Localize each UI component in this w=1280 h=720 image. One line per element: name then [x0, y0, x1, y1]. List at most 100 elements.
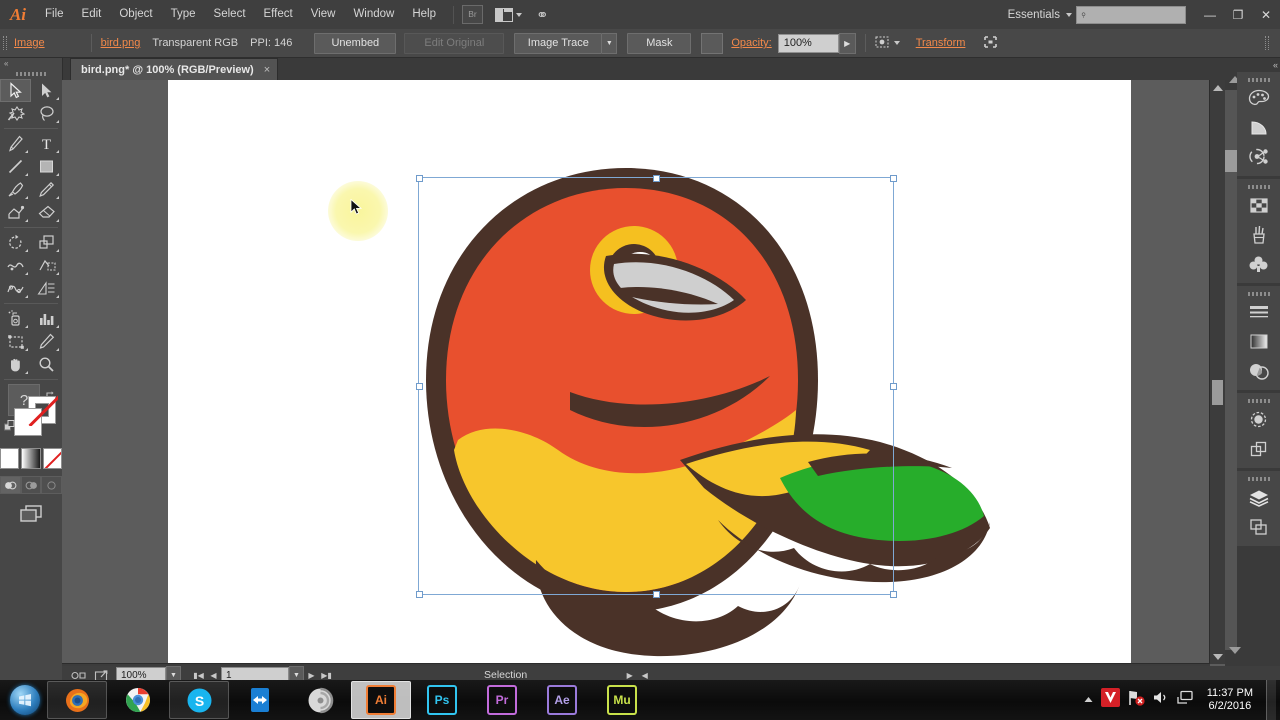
- selection-handle-bl[interactable]: [416, 591, 423, 598]
- vertical-scroll-thumb[interactable]: [1212, 380, 1223, 405]
- color-panel-icon[interactable]: [1237, 84, 1280, 113]
- network-icon[interactable]: [1176, 690, 1194, 710]
- menu-type[interactable]: Type: [162, 0, 205, 29]
- transform-button[interactable]: Transform: [916, 37, 966, 49]
- menu-view[interactable]: View: [302, 0, 345, 29]
- none-mode-button[interactable]: [43, 448, 62, 469]
- menu-effect[interactable]: Effect: [255, 0, 302, 29]
- screen-mode-button[interactable]: [0, 503, 62, 523]
- color-mode-button[interactable]: [0, 448, 19, 469]
- scroll-up-icon[interactable]: [1210, 80, 1225, 95]
- dock-group-grip[interactable]: [1237, 474, 1280, 483]
- volume-icon[interactable]: [1152, 690, 1169, 710]
- taskbar-premiere[interactable]: Pr: [473, 682, 531, 718]
- hand-tool[interactable]: [0, 353, 31, 376]
- magic-wand-tool[interactable]: [0, 102, 31, 125]
- selection-bounding-box[interactable]: [418, 177, 894, 595]
- selection-tool[interactable]: [0, 79, 31, 102]
- color-guide-panel-icon[interactable]: [1237, 113, 1280, 142]
- dock-group-grip[interactable]: [1237, 396, 1280, 405]
- pathfinder-panel-icon[interactable]: [1237, 434, 1280, 463]
- dock-collapse-button[interactable]: «: [1273, 60, 1278, 70]
- restore-button[interactable]: ❐: [1224, 0, 1252, 29]
- opacity-label[interactable]: Opacity:: [731, 37, 771, 49]
- artboard-tool[interactable]: [0, 330, 31, 353]
- bridge-icon[interactable]: Br: [462, 5, 483, 24]
- selection-handle-bc[interactable]: [653, 591, 660, 598]
- dock-group-grip[interactable]: [1237, 75, 1280, 84]
- menu-select[interactable]: Select: [205, 0, 255, 29]
- paintbrush-tool[interactable]: [0, 178, 31, 201]
- recolor-chevron-down-icon[interactable]: [894, 41, 900, 45]
- taskbar-teamviewer[interactable]: [231, 682, 289, 718]
- gradient-mode-button[interactable]: [21, 448, 40, 469]
- menu-file[interactable]: File: [36, 0, 73, 29]
- taskbar-illustrator[interactable]: Ai: [351, 681, 411, 719]
- tools-panel-grip[interactable]: [0, 68, 62, 79]
- opacity-input[interactable]: 100%: [778, 34, 839, 53]
- appearance-panel-icon[interactable]: [1237, 142, 1280, 171]
- scale-tool[interactable]: [31, 231, 62, 254]
- selection-handle-br[interactable]: [890, 591, 897, 598]
- control-bar-overflow[interactable]: [1262, 29, 1272, 57]
- direct-selection-tool[interactable]: [31, 79, 62, 102]
- rotate-tool[interactable]: [0, 231, 31, 254]
- search-input[interactable]: ⌕: [1076, 6, 1186, 24]
- taskbar-chrome[interactable]: [109, 682, 167, 718]
- column-graph-tool[interactable]: [31, 307, 62, 330]
- zoom-tool[interactable]: [31, 353, 62, 376]
- transparency-panel-icon[interactable]: [1237, 356, 1280, 385]
- image-trace-button[interactable]: Image Trace: [514, 33, 602, 54]
- menu-window[interactable]: Window: [344, 0, 403, 29]
- dock-group-grip[interactable]: [1237, 182, 1280, 191]
- taskbar-bittorrent[interactable]: [291, 682, 349, 718]
- unembed-button[interactable]: Unembed: [314, 33, 396, 54]
- selection-handle-ml[interactable]: [416, 383, 423, 390]
- swatches-panel-icon[interactable]: [1237, 191, 1280, 220]
- draw-behind-button[interactable]: [21, 476, 42, 494]
- selection-handle-tc[interactable]: [653, 175, 660, 182]
- workspace-chevron-down-icon[interactable]: [1066, 13, 1072, 17]
- show-desktop-button[interactable]: [1266, 680, 1276, 720]
- opacity-stepper-icon[interactable]: ▶: [839, 33, 856, 54]
- taskbar-after-effects[interactable]: Ae: [533, 682, 591, 718]
- gradient-panel-icon[interactable]: [1237, 327, 1280, 356]
- canvas-area[interactable]: [62, 80, 1225, 680]
- stroke-panel-icon[interactable]: [1237, 298, 1280, 327]
- scroll-down-icon[interactable]: [1210, 649, 1225, 664]
- selection-handle-mr[interactable]: [890, 383, 897, 390]
- width-tool[interactable]: [0, 254, 31, 277]
- shape-mesh-tool[interactable]: [0, 277, 31, 300]
- taskbar-photoshop[interactable]: Ps: [413, 682, 471, 718]
- perspective-grid-tool[interactable]: [31, 277, 62, 300]
- action-center-flag-icon[interactable]: [1127, 689, 1145, 712]
- brushes-panel-icon[interactable]: [1237, 220, 1280, 249]
- edit-original-button[interactable]: Edit Original: [404, 33, 504, 54]
- control-bar-grip[interactable]: [0, 29, 10, 57]
- dock-scroll-down-icon[interactable]: [1229, 647, 1241, 654]
- lasso-tool[interactable]: [31, 102, 62, 125]
- symbol-sprayer-tool[interactable]: [0, 307, 31, 330]
- slice-tool[interactable]: [31, 330, 62, 353]
- start-button[interactable]: [4, 682, 46, 718]
- document-tab[interactable]: bird.png* @ 100% (RGB/Preview) ×: [70, 58, 278, 81]
- close-button[interactable]: ✕: [1252, 0, 1280, 29]
- creative-cloud-sync-icon[interactable]: ⚭: [536, 6, 549, 24]
- taskbar-muse[interactable]: Mu: [593, 682, 651, 718]
- mask-button[interactable]: Mask: [627, 33, 691, 54]
- dock-group-grip[interactable]: [1237, 289, 1280, 298]
- linked-file-name[interactable]: bird.png: [101, 37, 141, 49]
- recolor-artwork-icon[interactable]: [875, 35, 890, 52]
- menu-edit[interactable]: Edit: [73, 0, 111, 29]
- dock-scrollbar[interactable]: [1225, 90, 1237, 650]
- shape-builder-tool[interactable]: [0, 201, 31, 224]
- graphic-styles-panel-icon[interactable]: [1237, 405, 1280, 434]
- minimize-button[interactable]: —: [1196, 0, 1224, 29]
- artboards-panel-icon[interactable]: [1237, 512, 1280, 541]
- rectangle-tool[interactable]: [31, 155, 62, 178]
- close-icon[interactable]: ×: [264, 64, 270, 76]
- tools-collapse-button[interactable]: «: [0, 58, 62, 68]
- selection-handle-tr[interactable]: [890, 175, 897, 182]
- arrange-documents-button[interactable]: [495, 8, 522, 22]
- pen-tool[interactable]: [0, 132, 31, 155]
